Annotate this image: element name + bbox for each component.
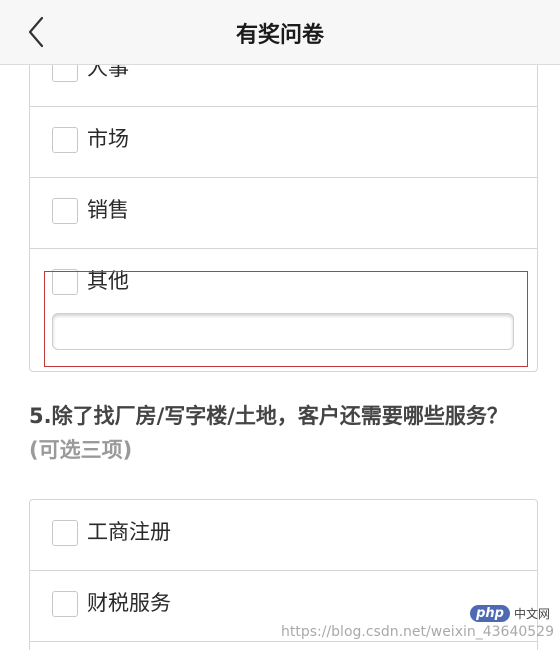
option-label: 工商注册	[87, 520, 171, 544]
watermark-logo: php 中文网	[470, 605, 550, 622]
checkbox[interactable]	[52, 65, 78, 82]
option-row-sales[interactable]: 销售	[30, 178, 537, 249]
survey-content[interactable]: 人事 市场 销售 其他 5.除了找厂房/写字楼/土地，客户还需要哪些服务？ (可…	[0, 65, 560, 650]
option-row-market[interactable]: 市场	[30, 107, 537, 178]
other-text-input[interactable]	[52, 313, 514, 350]
watermark-logo-pill: php	[470, 605, 510, 622]
question4-option-group: 人事 市场 销售 其他	[29, 65, 538, 372]
question5-title: 5.除了找厂房/写字楼/土地，客户还需要哪些服务？ (可选三项)	[29, 399, 529, 467]
question5-hint: (可选三项)	[29, 438, 133, 462]
option-label: 财税服务	[87, 591, 171, 615]
option-row-business-registration[interactable]: 工商注册	[30, 500, 537, 571]
page-title: 有奖问卷	[235, 23, 324, 48]
checkbox[interactable]	[52, 198, 78, 224]
checkbox[interactable]	[52, 591, 78, 617]
checkbox[interactable]	[52, 520, 78, 546]
option-label: 市场	[87, 127, 129, 151]
option-label: 销售	[87, 198, 129, 222]
option-row-hr[interactable]: 人事	[30, 65, 537, 107]
watermark-logo-text: 中文网	[513, 607, 550, 621]
watermark-url: https://blog.csdn.net/weixin_43640529	[280, 624, 554, 640]
option-row-other[interactable]: 其他	[30, 249, 537, 374]
checkbox[interactable]	[52, 269, 78, 295]
question5-text: 5.除了找厂房/写字楼/土地，客户还需要哪些服务？	[29, 404, 508, 428]
header-bar: 有奖问卷	[0, 0, 560, 65]
option-label: 人事	[87, 65, 129, 80]
checkbox[interactable]	[52, 127, 78, 153]
option-label: 其他	[87, 269, 129, 293]
